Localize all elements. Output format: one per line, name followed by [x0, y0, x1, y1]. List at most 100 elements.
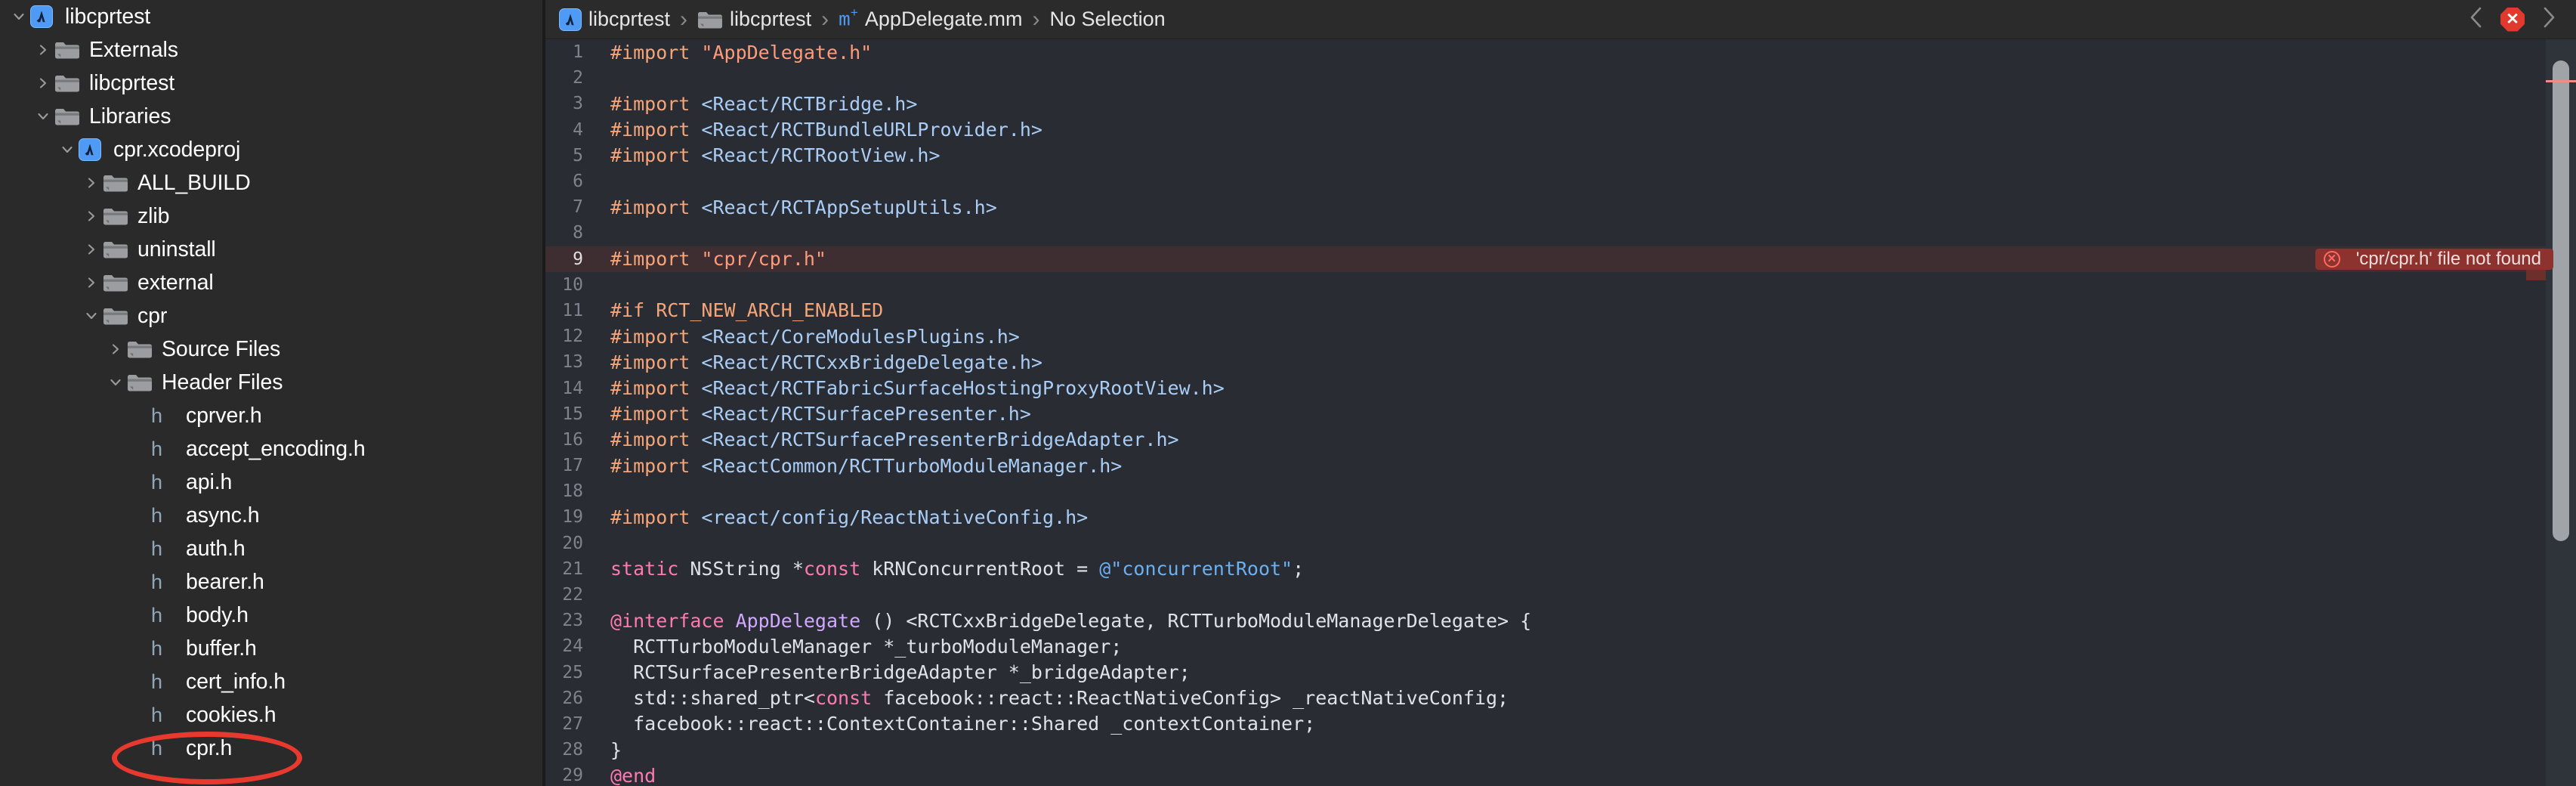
- scrollbar-thumb[interactable]: [2553, 60, 2569, 541]
- code-line[interactable]: 25 RCTSurfacePresenterBridgeAdapter *_br…: [545, 660, 2576, 685]
- code-line[interactable]: 4 #import <React/RCTBundleURLProvider.h>: [545, 117, 2576, 143]
- folder-icon-wrap: [103, 273, 131, 292]
- nav-item[interactable]: libcprtest: [0, 67, 542, 100]
- code-line[interactable]: 19 #import <react/config/ReactNativeConfi…: [545, 504, 2576, 530]
- chevron-right-icon[interactable]: [80, 276, 103, 289]
- nav-item[interactable]: h buffer.h: [0, 632, 542, 665]
- breadcrumb-item[interactable]: libcprtest: [559, 8, 670, 31]
- nav-item[interactable]: h bearer.h: [0, 565, 542, 599]
- breadcrumb-item[interactable]: libcprtest: [697, 8, 811, 31]
- code-line[interactable]: 20: [545, 531, 2576, 556]
- code-token: #import: [610, 144, 702, 167]
- code-line[interactable]: 13 #import <React/RCTCxxBridgeDelegate.h>: [545, 349, 2576, 375]
- nav-item[interactable]: cpr.xcodeproj: [0, 133, 542, 166]
- line-number: 22: [562, 585, 583, 605]
- folder-icon-wrap: [127, 373, 156, 392]
- nav-item[interactable]: external: [0, 266, 542, 299]
- header-file-icon: h: [151, 437, 163, 460]
- error-octagon-icon[interactable]: ✕: [2500, 7, 2525, 32]
- code-line[interactable]: 24 RCTTurboModuleManager *_turboModuleMa…: [545, 633, 2576, 659]
- nav-item[interactable]: Externals: [0, 33, 542, 67]
- folder-icon-wrap: [54, 107, 83, 126]
- breadcrumb-item[interactable]: No Selection: [1050, 8, 1166, 31]
- code-line[interactable]: 22: [545, 582, 2576, 608]
- nav-item[interactable]: h cert_info.h: [0, 665, 542, 698]
- code-token: #import: [610, 506, 702, 528]
- code-line[interactable]: 16 #import <React/RCTSurfacePresenterBrid…: [545, 427, 2576, 453]
- breadcrumb-separator: ›: [680, 6, 688, 32]
- line-number: 25: [562, 662, 583, 682]
- chevron-right-icon[interactable]: [80, 176, 103, 190]
- chevron-right-icon[interactable]: [32, 43, 54, 57]
- code-line[interactable]: 15 #import <React/RCTSurfacePresenter.h>: [545, 401, 2576, 427]
- nav-item[interactable]: h cprver.h: [0, 399, 542, 432]
- code-line[interactable]: 7 #import <React/RCTAppSetupUtils.h>: [545, 194, 2576, 220]
- code-line[interactable]: 21 static NSString *const kRNConcurrentRo…: [545, 556, 2576, 582]
- breadcrumb-item[interactable]: m+ AppDelegate.mm: [839, 8, 1022, 31]
- chevron-left-icon[interactable]: [2469, 5, 2484, 33]
- inline-error-banner[interactable]: ✕ 'cpr/cpr.h' file not found: [2315, 248, 2553, 270]
- code-line[interactable]: 1 #import "AppDelegate.h": [545, 39, 2576, 65]
- chevron-right-icon[interactable]: [104, 342, 127, 356]
- nav-item[interactable]: cpr: [0, 299, 542, 333]
- chevron-right-icon[interactable]: [80, 209, 103, 223]
- nav-item[interactable]: h async.h: [0, 499, 542, 532]
- chevron-down-icon[interactable]: [104, 376, 127, 389]
- folder-icon-wrap: [127, 339, 156, 359]
- scrollbar-error-line: [2546, 80, 2576, 82]
- nav-item-label: zlib: [137, 203, 170, 228]
- code-line[interactable]: 17 #import <ReactCommon/RCTTurboModuleMan…: [545, 453, 2576, 478]
- code-editor[interactable]: 1 #import "AppDelegate.h" 2 3 #import <React…: [545, 39, 2576, 786]
- code-line[interactable]: 27 facebook::react::ContextContainer::Sh…: [545, 711, 2576, 737]
- code-line[interactable]: 29 @end: [545, 763, 2576, 786]
- code-line[interactable]: 3 #import <React/RCTBridge.h>: [545, 91, 2576, 116]
- code-line[interactable]: 12 #import <React/CoreModulesPlugins.h>: [545, 323, 2576, 349]
- nav-item[interactable]: libcprtest: [0, 0, 542, 33]
- chevron-down-icon[interactable]: [56, 143, 79, 156]
- editor-vertical-scrollbar[interactable]: [2546, 39, 2576, 786]
- code-line[interactable]: 10: [545, 272, 2576, 298]
- line-number: 14: [562, 378, 583, 398]
- header-file-icon: h: [151, 470, 163, 494]
- nav-item[interactable]: uninstall: [0, 233, 542, 266]
- header-file-icon-wrap: h: [151, 537, 180, 560]
- nav-item[interactable]: Header Files: [0, 366, 542, 399]
- code-line[interactable]: 5 #import <React/RCTRootView.h>: [545, 143, 2576, 169]
- code-line[interactable]: 6: [545, 169, 2576, 194]
- xcode-project-icon: [30, 5, 53, 28]
- chevron-down-icon[interactable]: [80, 309, 103, 323]
- code-line[interactable]: 11 #if RCT_NEW_ARCH_ENABLED: [545, 298, 2576, 323]
- project-navigator[interactable]: libcprtest Externals libcprtest Libraries cp…: [0, 0, 542, 786]
- nav-item[interactable]: h auth.h: [0, 532, 542, 565]
- code-line[interactable]: 26 std::shared_ptr<const facebook::react…: [545, 685, 2576, 711]
- header-file-icon-wrap: h: [151, 405, 180, 426]
- nav-item[interactable]: Libraries: [0, 100, 542, 133]
- code-text: #import <React/RCTFabricSurfaceHostingPr…: [594, 377, 1225, 399]
- code-line[interactable]: 8: [545, 220, 2576, 246]
- code-token: <React/CoreModulesPlugins.h>: [701, 325, 1020, 348]
- chevron-right-icon[interactable]: [2541, 5, 2556, 33]
- header-file-icon-wrap: h: [151, 437, 180, 460]
- code-line[interactable]: 14 #import <React/RCTFabricSurfaceHosting…: [545, 375, 2576, 401]
- nav-item[interactable]: zlib: [0, 200, 542, 233]
- nav-item[interactable]: ALL_BUILD: [0, 166, 542, 200]
- jump-bar[interactable]: libcprtest › libcprtest › m+ AppDelegate.mm › N…: [545, 0, 2576, 39]
- xcode-project-icon-wrap: [79, 138, 107, 161]
- header-file-icon: h: [151, 537, 163, 560]
- code-line-error[interactable]: 9 #import "cpr/cpr.h" ✕ 'cpr/cpr.h' file no…: [545, 246, 2576, 272]
- nav-item[interactable]: h api.h: [0, 466, 542, 499]
- code-line[interactable]: 28}: [545, 737, 2576, 763]
- chevron-right-icon[interactable]: [32, 76, 54, 90]
- code-line[interactable]: 2: [545, 65, 2576, 91]
- nav-item[interactable]: h body.h: [0, 599, 542, 632]
- nav-item[interactable]: Source Files: [0, 333, 542, 366]
- nav-item[interactable]: h accept_encoding.h: [0, 432, 542, 466]
- nav-item[interactable]: h cpr.h: [0, 732, 542, 765]
- breadcrumb-label: libcprtest: [588, 8, 671, 30]
- nav-item[interactable]: h cookies.h: [0, 698, 542, 732]
- chevron-right-icon[interactable]: [80, 243, 103, 256]
- code-line[interactable]: 18: [545, 478, 2576, 504]
- chevron-down-icon[interactable]: [32, 110, 54, 123]
- code-line[interactable]: 23 @interface AppDelegate () <RCTCxxBridg…: [545, 608, 2576, 633]
- chevron-down-icon[interactable]: [8, 10, 30, 23]
